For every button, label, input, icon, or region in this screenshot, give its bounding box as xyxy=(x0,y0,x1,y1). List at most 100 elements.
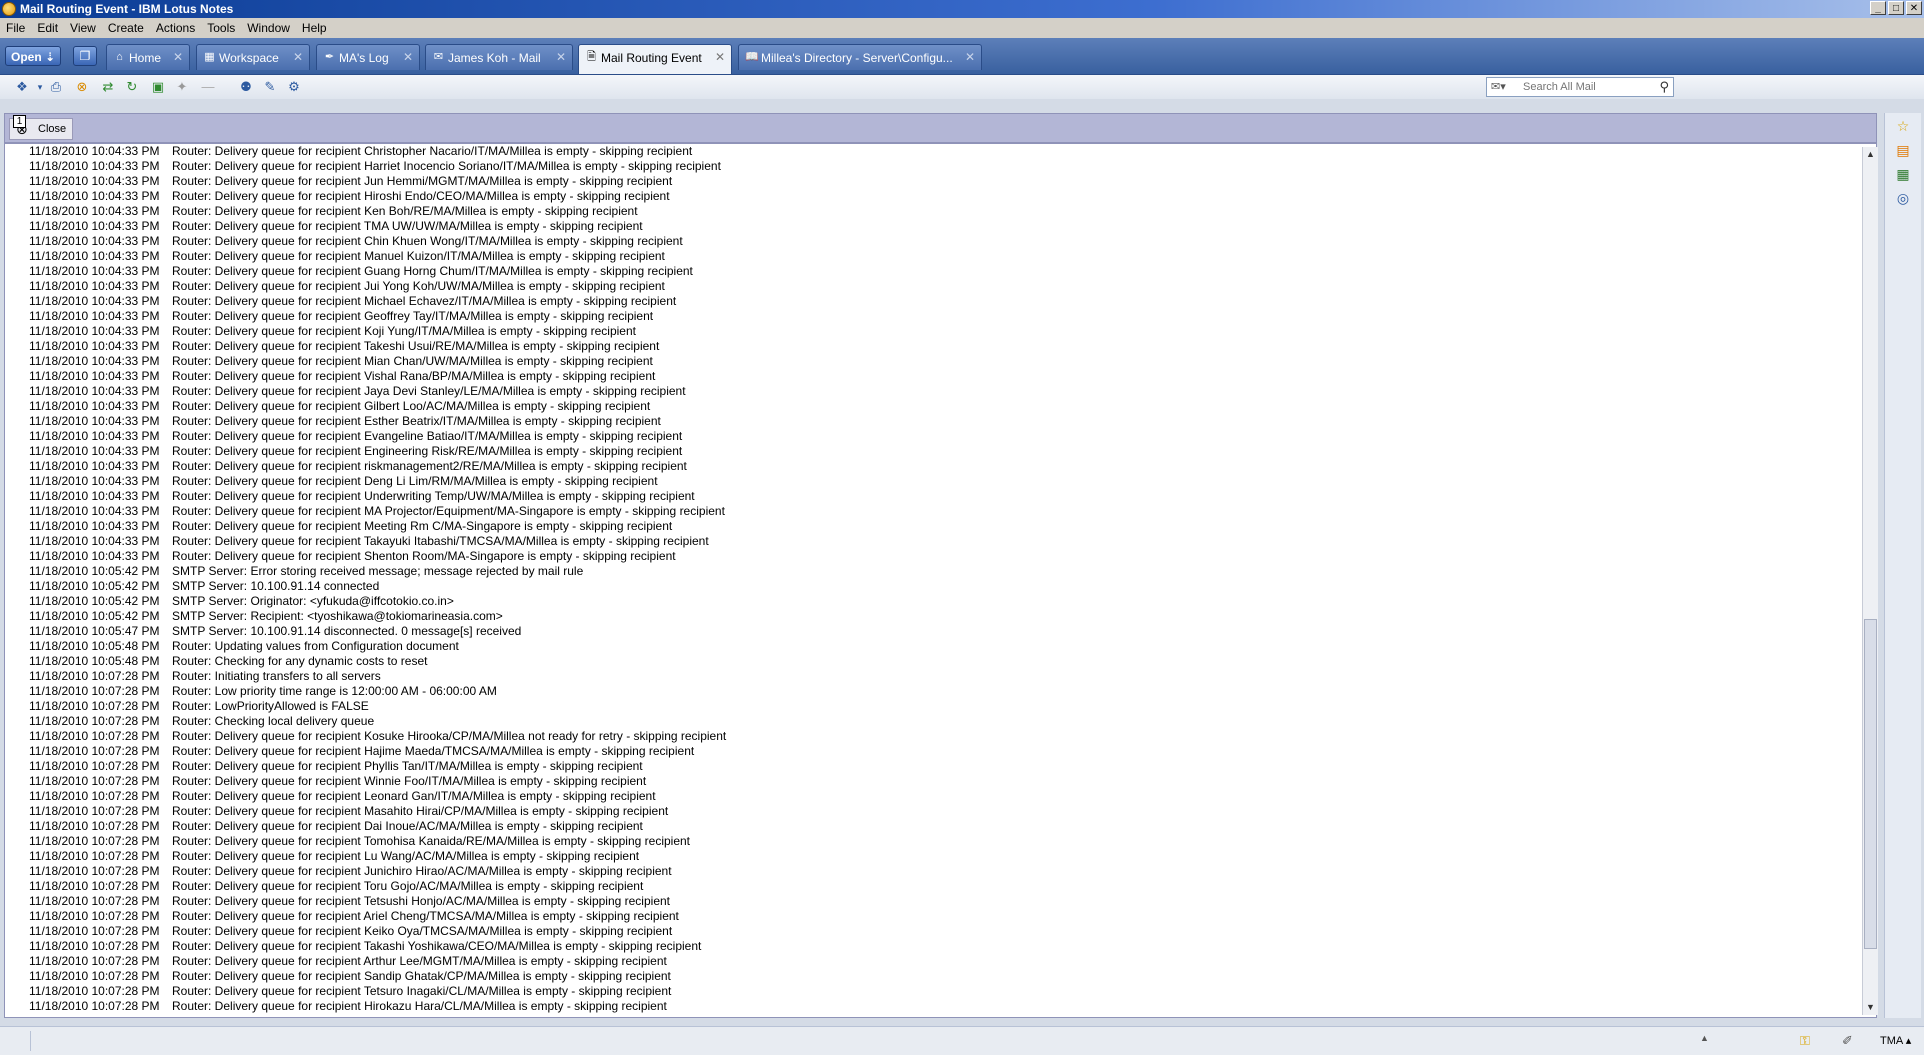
log-message: Router: Delivery queue for recipient Dai… xyxy=(172,819,643,833)
edit-icon[interactable]: ✎ xyxy=(262,79,278,95)
tab-millea-directory[interactable]: 📖 Millea's Directory - Server\Configu...… xyxy=(738,44,982,70)
print-icon[interactable]: ⎙ xyxy=(48,79,64,95)
log-timestamp: 11/18/2010 10:07:28 PM xyxy=(29,864,160,878)
scroll-thumb[interactable] xyxy=(1864,619,1877,949)
log-timestamp: 11/18/2010 10:04:33 PM xyxy=(29,309,160,323)
log-message: Router: Delivery queue for recipient Kei… xyxy=(172,924,673,938)
log-timestamp: 11/18/2010 10:07:28 PM xyxy=(29,909,160,923)
log-row: 11/18/2010 10:07:28 PM Router: Delivery q… xyxy=(29,774,726,789)
log-message: Router: Delivery queue for recipient She… xyxy=(172,549,676,563)
log-timestamp: 11/18/2010 10:04:33 PM xyxy=(29,204,160,218)
stop-icon[interactable]: ⊗ xyxy=(74,79,90,95)
log-row: 11/18/2010 10:04:33 PM Router: Delivery q… xyxy=(29,144,726,159)
close-icon[interactable]: ✕ xyxy=(403,50,413,64)
properties-icon[interactable]: ⚙ xyxy=(286,79,302,95)
menu-actions[interactable]: Actions xyxy=(150,21,201,35)
search-icon[interactable]: ⚲ xyxy=(1659,79,1669,95)
log-message: Router: Delivery queue for recipient Kos… xyxy=(172,729,727,743)
mail-icon: ✉ xyxy=(433,51,444,63)
folder-icon[interactable]: ▣ xyxy=(150,79,166,95)
log-row: 11/18/2010 10:04:33 PM Router: Delivery q… xyxy=(29,294,726,309)
status-divider xyxy=(30,1031,32,1051)
log-row: 11/18/2010 10:07:28 PM Router: Delivery q… xyxy=(29,879,726,894)
log-row: 11/18/2010 10:04:33 PM Router: Delivery q… xyxy=(29,459,726,474)
log-message: Router: Delivery queue for recipient Gil… xyxy=(172,399,651,413)
search-input[interactable] xyxy=(1523,79,1645,95)
find-binoculars-icon[interactable]: ⚉ xyxy=(238,79,254,95)
new-document-icon[interactable]: ❖ xyxy=(14,79,30,95)
status-up-arrow-icon[interactable]: ▲ xyxy=(1700,1033,1709,1043)
log-message: Router: Delivery queue for recipient Gua… xyxy=(172,264,693,278)
log-timestamp: 11/18/2010 10:04:33 PM xyxy=(29,339,160,353)
menu-window[interactable]: Window xyxy=(241,21,296,35)
log-message: Router: Delivery queue for recipient Eng… xyxy=(172,444,683,458)
menu-help[interactable]: Help xyxy=(296,21,333,35)
close-icon[interactable]: ✕ xyxy=(556,50,566,64)
signature-icon[interactable]: ✐ xyxy=(1842,1033,1853,1049)
link-icon[interactable]: ✦ xyxy=(174,79,190,95)
tab-mail-routing-event[interactable]: 🗎 Mail Routing Event ✕ xyxy=(578,44,732,74)
log-timestamp: 11/18/2010 10:04:33 PM xyxy=(29,414,160,428)
replicate-icon[interactable]: ⇄ xyxy=(100,79,116,95)
calendar-icon[interactable]: ▦ xyxy=(1894,165,1912,183)
open-button[interactable]: Open ⇣ xyxy=(5,46,61,66)
close-icon[interactable]: ✕ xyxy=(173,50,183,64)
tab-home[interactable]: ⌂ Home ✕ xyxy=(106,44,190,70)
log-timestamp: 11/18/2010 10:04:33 PM xyxy=(29,219,160,233)
log-row: 11/18/2010 10:04:33 PM Router: Delivery q… xyxy=(29,204,726,219)
close-icon[interactable]: ✕ xyxy=(965,50,975,64)
log-timestamp: 11/18/2010 10:07:28 PM xyxy=(29,954,160,968)
log-row: 11/18/2010 10:07:28 PM Router: Delivery q… xyxy=(29,969,726,984)
search-scope-dropdown-icon[interactable]: ✉▾ xyxy=(1491,80,1506,93)
log-message: Router: Delivery queue for recipient Tom… xyxy=(172,834,691,848)
log-timestamp: 11/18/2010 10:04:33 PM xyxy=(29,534,160,548)
open-dropdown-icon: ⇣ xyxy=(45,50,56,64)
maximize-button[interactable]: □ xyxy=(1888,1,1904,15)
vertical-scrollbar[interactable]: ▲ ▼ xyxy=(1862,147,1878,1015)
log-message: Router: Delivery queue for recipient MA … xyxy=(172,504,725,518)
menu-view[interactable]: View xyxy=(64,21,102,35)
log-row: 11/18/2010 10:04:33 PM Router: Delivery q… xyxy=(29,534,726,549)
tab-mas-log[interactable]: ✒ MA's Log ✕ xyxy=(316,44,420,70)
log-timestamp: 11/18/2010 10:04:33 PM xyxy=(29,144,160,158)
menu-file[interactable]: File xyxy=(0,21,31,35)
minimize-button[interactable]: _ xyxy=(1870,1,1886,15)
log-message: Router: Delivery queue for recipient Est… xyxy=(172,414,661,428)
log-message: Router: Delivery queue for recipient Chi… xyxy=(172,234,683,248)
log-message: Router: Delivery queue for recipient Jun… xyxy=(172,864,672,878)
log-row: 11/18/2010 10:05:42 PM SMTP Server: 10.10… xyxy=(29,579,726,594)
close-icon[interactable]: ✕ xyxy=(715,50,725,64)
scroll-up-icon[interactable]: ▲ xyxy=(1864,148,1877,161)
log-row: 11/18/2010 10:04:33 PM Router: Delivery q… xyxy=(29,519,726,534)
log-message: Router: Delivery queue for recipient Vis… xyxy=(172,369,656,383)
tab-james-koh-mail[interactable]: ✉ James Koh - Mail ✕ xyxy=(425,44,573,70)
tab-workspace[interactable]: ▦ Workspace ✕ xyxy=(196,44,310,70)
favorites-star-icon[interactable]: ☆ xyxy=(1894,117,1912,135)
sametime-icon[interactable]: ◎ xyxy=(1894,189,1912,207)
menu-tools[interactable]: Tools xyxy=(201,21,241,35)
lotus-notes-app-icon[interactable] xyxy=(2,2,16,16)
scroll-down-icon[interactable]: ▼ xyxy=(1864,1001,1877,1014)
show-window-list-icon[interactable]: ❐ xyxy=(73,46,97,66)
log-timestamp: 11/18/2010 10:04:33 PM xyxy=(29,279,160,293)
log-row: 11/18/2010 10:04:33 PM Router: Delivery q… xyxy=(29,219,726,234)
location-status[interactable]: TMA ▴ xyxy=(1880,1034,1911,1047)
log-message: SMTP Server: Recipient: <tyoshikawa@toki… xyxy=(172,609,503,623)
menu-create[interactable]: Create xyxy=(102,21,150,35)
log-timestamp: 11/18/2010 10:05:42 PM xyxy=(29,609,160,623)
log-message: Router: Delivery queue for recipient Koj… xyxy=(172,324,636,338)
window-controls: _ □ ✕ xyxy=(1870,1,1922,15)
close-icon[interactable]: ✕ xyxy=(293,50,303,64)
log-message: Router: Delivery queue for recipient Hir… xyxy=(172,999,667,1013)
search-box[interactable]: ✉▾ ⚲ xyxy=(1486,77,1674,97)
log-timestamp: 11/18/2010 10:05:42 PM xyxy=(29,564,160,578)
sync-icon[interactable]: ↻ xyxy=(124,79,140,95)
chevron-down-icon[interactable]: ▾ xyxy=(32,79,48,95)
log-timestamp: 11/18/2010 10:04:33 PM xyxy=(29,384,160,398)
close-window-button[interactable]: ✕ xyxy=(1906,1,1922,15)
menu-edit[interactable]: Edit xyxy=(31,21,64,35)
feeds-icon[interactable]: ▤ xyxy=(1894,141,1912,159)
key-icon[interactable]: ⚿ xyxy=(1800,1033,1810,1049)
log-timestamp: 11/18/2010 10:07:28 PM xyxy=(29,744,160,758)
log-timestamp: 11/18/2010 10:04:33 PM xyxy=(29,444,160,458)
